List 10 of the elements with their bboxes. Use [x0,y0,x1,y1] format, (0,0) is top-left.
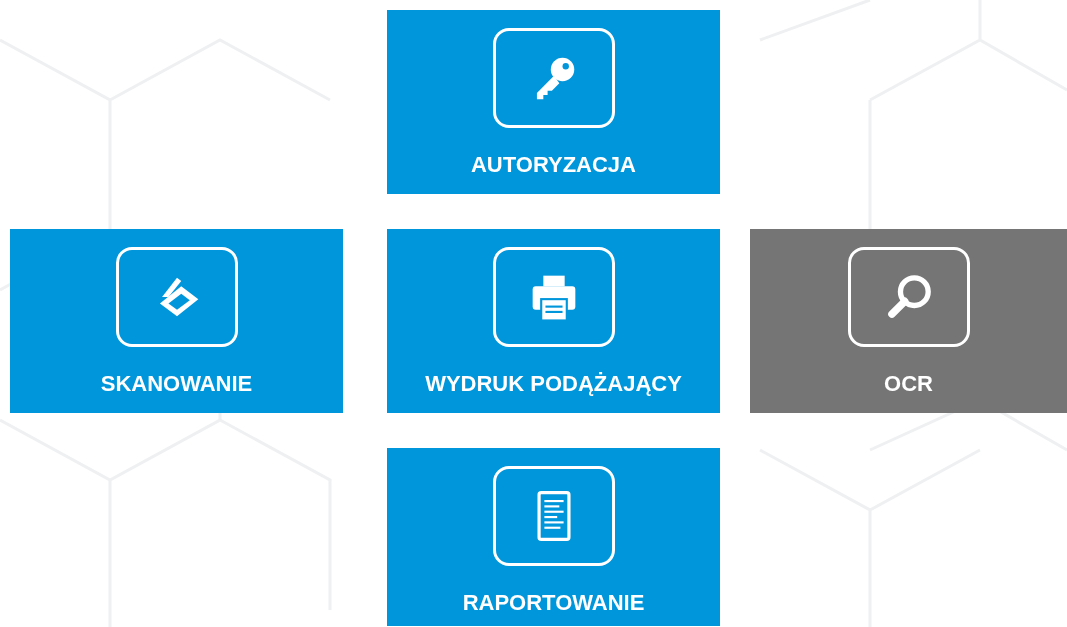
tile-button[interactable]: WYDRUK PODĄŻAJĄCY [387,229,720,413]
tile-button[interactable]: OCR [750,229,1067,413]
search-icon [847,247,970,347]
document-icon [492,466,615,566]
tile-button[interactable]: SKANOWANIE [10,229,343,413]
tile-button[interactable]: RAPORTOWANIE [387,448,720,626]
key-icon [492,28,615,128]
printer-icon [492,247,615,347]
scanner-icon [115,247,238,347]
tile-button[interactable]: AUTORYZACJA [387,10,720,194]
